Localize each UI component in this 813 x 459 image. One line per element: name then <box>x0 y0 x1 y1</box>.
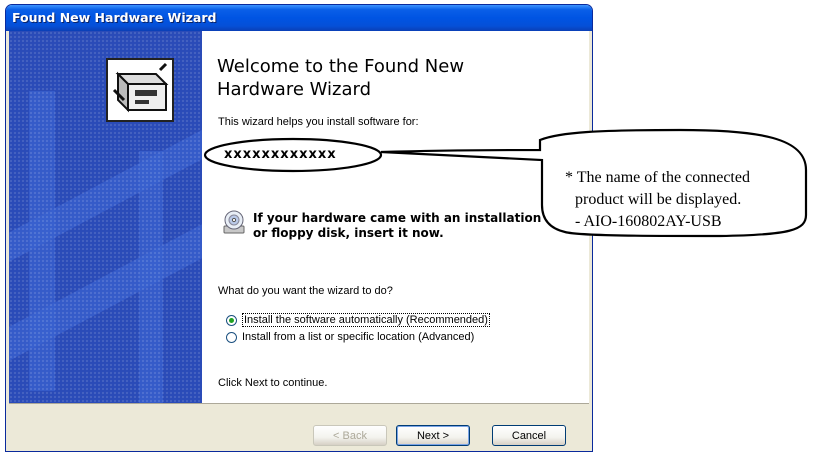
annotation-line2: product will be displayed. <box>575 191 742 208</box>
device-name-highlight <box>203 137 383 173</box>
annotation-text: * The name of the connected product will… <box>565 167 813 233</box>
annotation-line3: - AIO-160802AY-USB <box>575 213 722 230</box>
annotation-line1: * The name of the connected <box>565 169 750 186</box>
